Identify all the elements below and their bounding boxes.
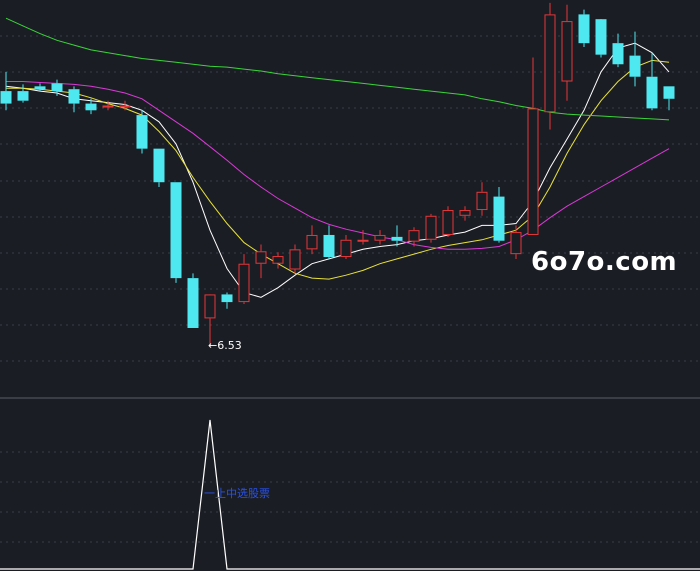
candle-body bbox=[51, 83, 63, 92]
candle-body bbox=[629, 55, 641, 77]
signal-label: 一止中选股票 bbox=[204, 487, 270, 500]
candle-33 bbox=[544, 2, 556, 130]
candle-body bbox=[85, 103, 97, 111]
candle-body bbox=[323, 234, 335, 258]
grid-lines bbox=[0, 35, 700, 543]
candle-15 bbox=[238, 254, 250, 305]
candle-11 bbox=[170, 182, 182, 283]
candlesticks bbox=[0, 2, 675, 348]
candle-31 bbox=[510, 225, 522, 259]
candle-body bbox=[272, 256, 284, 264]
candle-body bbox=[289, 249, 301, 270]
candle-body bbox=[306, 234, 318, 250]
candle-body bbox=[17, 91, 29, 101]
candle-body bbox=[612, 43, 624, 65]
candle-40 bbox=[663, 86, 675, 111]
candle-12 bbox=[187, 273, 199, 328]
candle-37 bbox=[612, 33, 624, 68]
low-price-label: ←6.53 bbox=[208, 339, 242, 352]
candle-body bbox=[204, 294, 216, 319]
candle-body bbox=[544, 14, 556, 113]
candle-18 bbox=[289, 244, 301, 274]
candle-body bbox=[153, 148, 165, 183]
candle-body bbox=[646, 76, 658, 109]
candle-body bbox=[374, 234, 386, 241]
candle-body bbox=[34, 86, 46, 90]
candle-body bbox=[595, 19, 607, 55]
candle-body bbox=[0, 91, 12, 104]
indicator-line bbox=[0, 419, 700, 570]
candle-35 bbox=[578, 9, 590, 47]
candle-21 bbox=[340, 234, 352, 259]
candle-23 bbox=[374, 230, 386, 245]
candle-body bbox=[442, 210, 454, 235]
watermark: 6o7o.com bbox=[531, 247, 678, 277]
candle-body bbox=[119, 105, 131, 108]
candle-body bbox=[408, 230, 420, 242]
candle-body bbox=[527, 108, 539, 235]
candle-body bbox=[425, 215, 437, 240]
stock-chart: ←6.53 一止中选股票 bbox=[0, 2, 700, 570]
candle-19 bbox=[306, 225, 318, 255]
candle-body bbox=[493, 196, 505, 241]
candle-28 bbox=[459, 206, 471, 221]
candle-body bbox=[578, 14, 590, 44]
candle-body bbox=[102, 105, 114, 108]
candle-34 bbox=[561, 4, 573, 101]
candle-body bbox=[187, 278, 199, 328]
candle-body bbox=[459, 210, 471, 216]
candle-14 bbox=[221, 292, 233, 309]
candle-29 bbox=[476, 182, 488, 216]
candle-20 bbox=[323, 225, 335, 259]
candle-body bbox=[238, 263, 250, 303]
candle-30 bbox=[493, 187, 505, 243]
candle-body bbox=[663, 86, 675, 99]
candle-body bbox=[510, 232, 522, 255]
candle-body bbox=[340, 239, 352, 258]
candle-body bbox=[68, 89, 80, 104]
candle-1 bbox=[0, 71, 12, 111]
candle-10 bbox=[153, 148, 165, 188]
candle-body bbox=[357, 239, 369, 242]
indicator-panel bbox=[0, 419, 700, 570]
candle-body bbox=[136, 115, 148, 149]
candle-body bbox=[221, 294, 233, 303]
candle-16 bbox=[255, 244, 267, 279]
candle-body bbox=[561, 21, 573, 82]
candle-5 bbox=[68, 86, 80, 113]
candle-26 bbox=[425, 213, 437, 243]
candle-39 bbox=[646, 52, 658, 111]
candle-body bbox=[476, 191, 488, 211]
candle-4 bbox=[51, 79, 63, 96]
candle-32 bbox=[527, 57, 539, 235]
candle-8 bbox=[119, 100, 131, 111]
candle-2 bbox=[17, 84, 29, 103]
candle-body bbox=[170, 182, 182, 279]
candle-body bbox=[255, 251, 267, 264]
candle-38 bbox=[629, 31, 641, 87]
candle-27 bbox=[442, 206, 454, 237]
candle-body bbox=[391, 236, 403, 241]
candle-9 bbox=[136, 110, 148, 154]
candle-36 bbox=[595, 19, 607, 58]
